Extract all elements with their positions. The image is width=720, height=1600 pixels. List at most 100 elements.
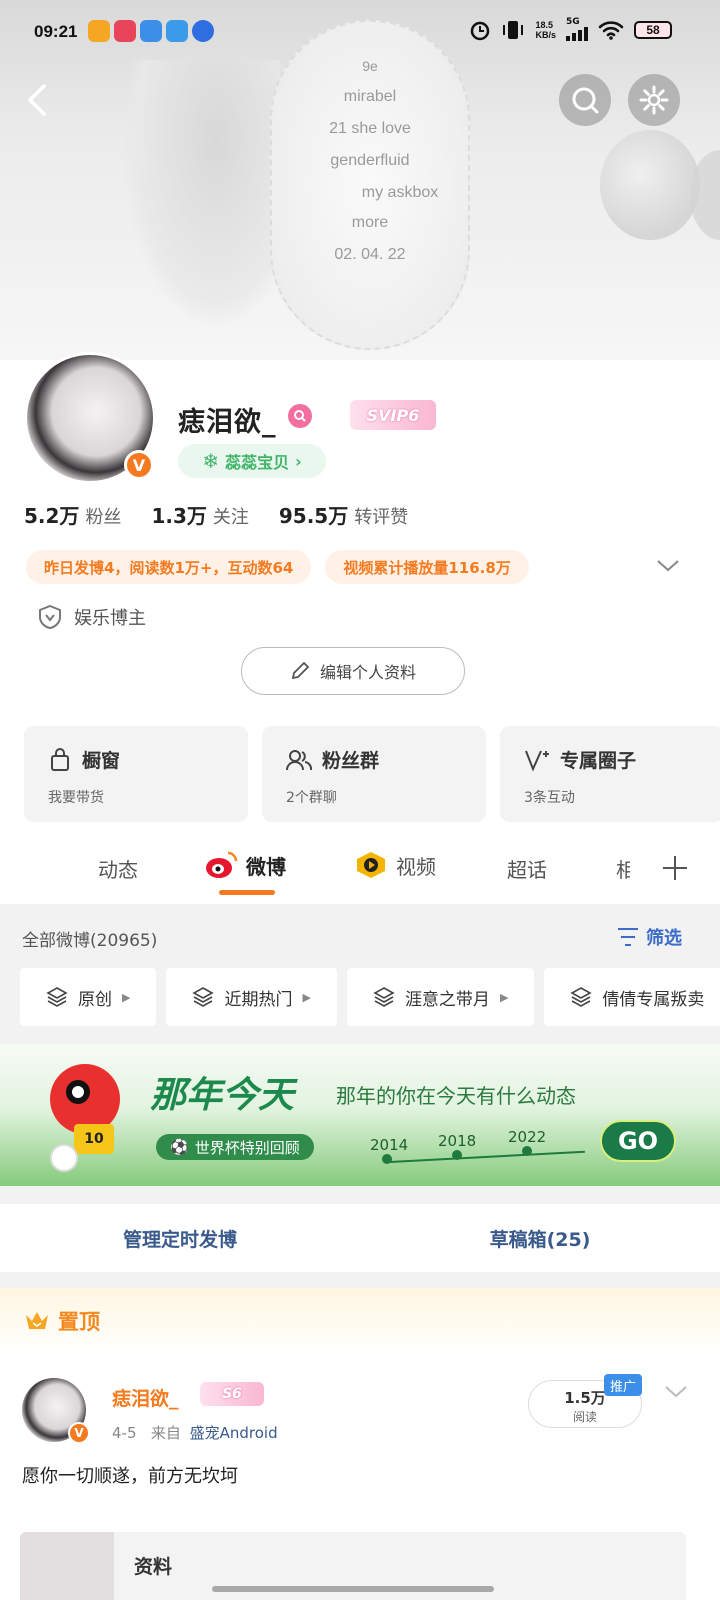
card-title: 专属圈子 — [560, 750, 637, 772]
card-subtitle: 我要带货 — [48, 790, 104, 806]
card-subtitle: 2个群聊 — [286, 790, 337, 806]
cover-text: 21 she love — [329, 120, 411, 137]
caret-right-icon: ▶ — [499, 990, 509, 1004]
wifi-icon — [598, 20, 624, 40]
profile-tabs: 动态 微博 视频 超话 相 — [0, 836, 720, 902]
tab-activity[interactable]: 动态 — [98, 854, 138, 883]
tab-video[interactable]: 视频 — [354, 850, 436, 880]
back-button[interactable] — [18, 80, 58, 120]
card-fan-group[interactable]: 粉丝群 2个群聊 — [262, 726, 486, 822]
stat-following[interactable]: 1.3万 关注 — [151, 500, 248, 529]
alarm-icon — [471, 21, 490, 40]
worldcup-review: ⚽ 世界杯特别回顾 — [156, 1134, 314, 1160]
chip-custom-1[interactable]: 涯意之带月 ▶ — [346, 968, 535, 1026]
year-label: 2018 — [438, 1132, 477, 1150]
chip-custom-2[interactable]: 倩倩专属叛卖 — [544, 968, 720, 1026]
home-indicator[interactable] — [212, 1586, 494, 1592]
add-tab-button[interactable] — [630, 838, 720, 898]
bag-icon — [51, 747, 69, 771]
card-subtitle: 3条互动 — [524, 790, 575, 806]
pinned-post[interactable]: 置顶 V 痣泪欲_ S6 4-5 来自 盛宠Android 1.5万 阅读 推广… — [0, 1288, 720, 1600]
cover-text: my askbox — [361, 184, 439, 201]
app-notify-icon — [192, 20, 214, 42]
app-notify-icon — [140, 20, 162, 42]
post-text: 愿你一切顺遂，前方无坎坷 — [22, 1466, 238, 1487]
card-circle[interactable]: 专属圈子 3条互动 — [500, 726, 720, 822]
tab-weibo[interactable]: 微博 — [204, 850, 286, 880]
post-meta: 4-5 来自 盛宠Android — [112, 1422, 278, 1443]
fan-club-tag[interactable]: ❄ 蕊蕊宝贝 › — [178, 444, 326, 478]
weibo-notify-icon — [88, 20, 110, 42]
settings-button[interactable] — [628, 74, 680, 126]
chevron-left-icon — [28, 84, 46, 116]
cover-text: genderfluid — [330, 152, 410, 169]
battery-indicator: 58 — [634, 20, 672, 39]
snowflake-icon: ❄ — [202, 449, 220, 473]
timeline — [385, 1150, 585, 1164]
stat-interactions[interactable]: 95.5万 转评赞 — [279, 500, 408, 529]
tab-active-indicator — [219, 890, 275, 895]
layers-icon — [373, 987, 395, 1007]
profile-stats: 5.2万 粉丝 1.3万 关注 95.5万 转评赞 — [24, 500, 408, 529]
status-bar: 09:21 18.5 KB/s 5G 58 — [0, 0, 720, 64]
on-this-day-banner[interactable]: 10 那年今天 那年的你在今天有什么动态 ⚽ 世界杯特别回顾 2014 2018… — [0, 1044, 720, 1186]
post-verified-badge: V — [68, 1422, 90, 1444]
activity-pill[interactable]: 昨日发博4，阅读数1万+，互动数64 — [26, 550, 312, 584]
caret-right-icon: ▶ — [122, 990, 131, 1004]
username: 痣泪欲_ — [178, 407, 277, 438]
search-button[interactable] — [559, 74, 611, 126]
plus-icon — [663, 856, 687, 880]
cover-text: more — [351, 214, 389, 231]
card-title: 粉丝群 — [322, 750, 380, 772]
role-badge: 娱乐博主 — [38, 604, 146, 630]
edit-profile-button[interactable]: 编辑个人资料 — [241, 647, 465, 695]
cover-cherry — [600, 130, 700, 240]
chevron-down-icon[interactable] — [656, 558, 680, 574]
tab-supertopic[interactable]: 超话 — [507, 854, 547, 883]
post-actions: 管理定时发博 草稿箱(25) — [0, 1204, 720, 1272]
card-title: 橱窗 — [82, 750, 121, 772]
chevron-right-icon: › — [295, 451, 302, 471]
soccer-icon: ⚽ — [170, 1138, 189, 1156]
layers-icon — [46, 987, 68, 1007]
shield-icon — [39, 604, 61, 630]
vip-search-icon[interactable] — [288, 404, 312, 428]
filter-button[interactable]: 筛选 — [616, 924, 682, 950]
svip-badge[interactable]: SVIP6 — [350, 400, 436, 430]
mascot-jersey: 10 — [74, 1124, 114, 1154]
year-label: 2022 — [508, 1128, 547, 1146]
signal-indicator: 5G — [566, 18, 588, 41]
status-right: 18.5 KB/s 5G 58 — [469, 18, 672, 41]
chip-recent-hot[interactable]: 近期热门 ▶ — [166, 968, 337, 1026]
post-source[interactable]: 盛宠Android — [190, 1424, 278, 1442]
app-notify-icon — [114, 20, 136, 42]
go-button[interactable]: GO — [600, 1120, 676, 1162]
mascot-eye — [66, 1080, 90, 1104]
attachment-title: 资料 — [134, 1556, 173, 1578]
card-showcase[interactable]: 橱窗 我要带货 — [24, 726, 248, 822]
chevron-down-icon[interactable] — [664, 1384, 688, 1400]
post-date: 4-5 — [112, 1424, 137, 1442]
post-author[interactable]: 痣泪欲_ — [112, 1384, 179, 1411]
feature-cards: 橱窗 我要带货 粉丝群 2个群聊 专属圈子 3条互动 — [24, 726, 720, 822]
chip-original[interactable]: 原创 ▶ — [20, 968, 157, 1026]
layers-icon — [570, 987, 593, 1007]
filter-icon — [618, 928, 638, 946]
status-time: 09:21 — [34, 22, 78, 41]
pinned-label: 置顶 — [24, 1306, 100, 1336]
verified-badge: V — [124, 450, 154, 480]
attachment-thumbnail — [20, 1532, 114, 1600]
profile-pills: 昨日发博4，阅读数1万+，互动数64 视频累计播放量116.8万 — [26, 550, 529, 584]
all-posts-count: 全部微博(20965) — [22, 931, 158, 951]
role-label: 娱乐博主 — [74, 608, 146, 629]
weibo-logo-icon — [206, 851, 238, 878]
stat-fans[interactable]: 5.2万 粉丝 — [24, 500, 121, 529]
pencil-icon — [291, 661, 310, 680]
scheduled-posts-button[interactable]: 管理定时发博 — [0, 1204, 360, 1272]
video-stats-pill[interactable]: 视频累计播放量116.8万 — [325, 550, 529, 584]
drafts-button[interactable]: 草稿箱(25) — [360, 1204, 720, 1272]
promote-badge[interactable]: 推广 — [604, 1374, 643, 1396]
cover-text: mirabel — [343, 88, 397, 105]
soccer-ball-icon — [50, 1144, 78, 1172]
cover-illustration — [120, 60, 280, 330]
